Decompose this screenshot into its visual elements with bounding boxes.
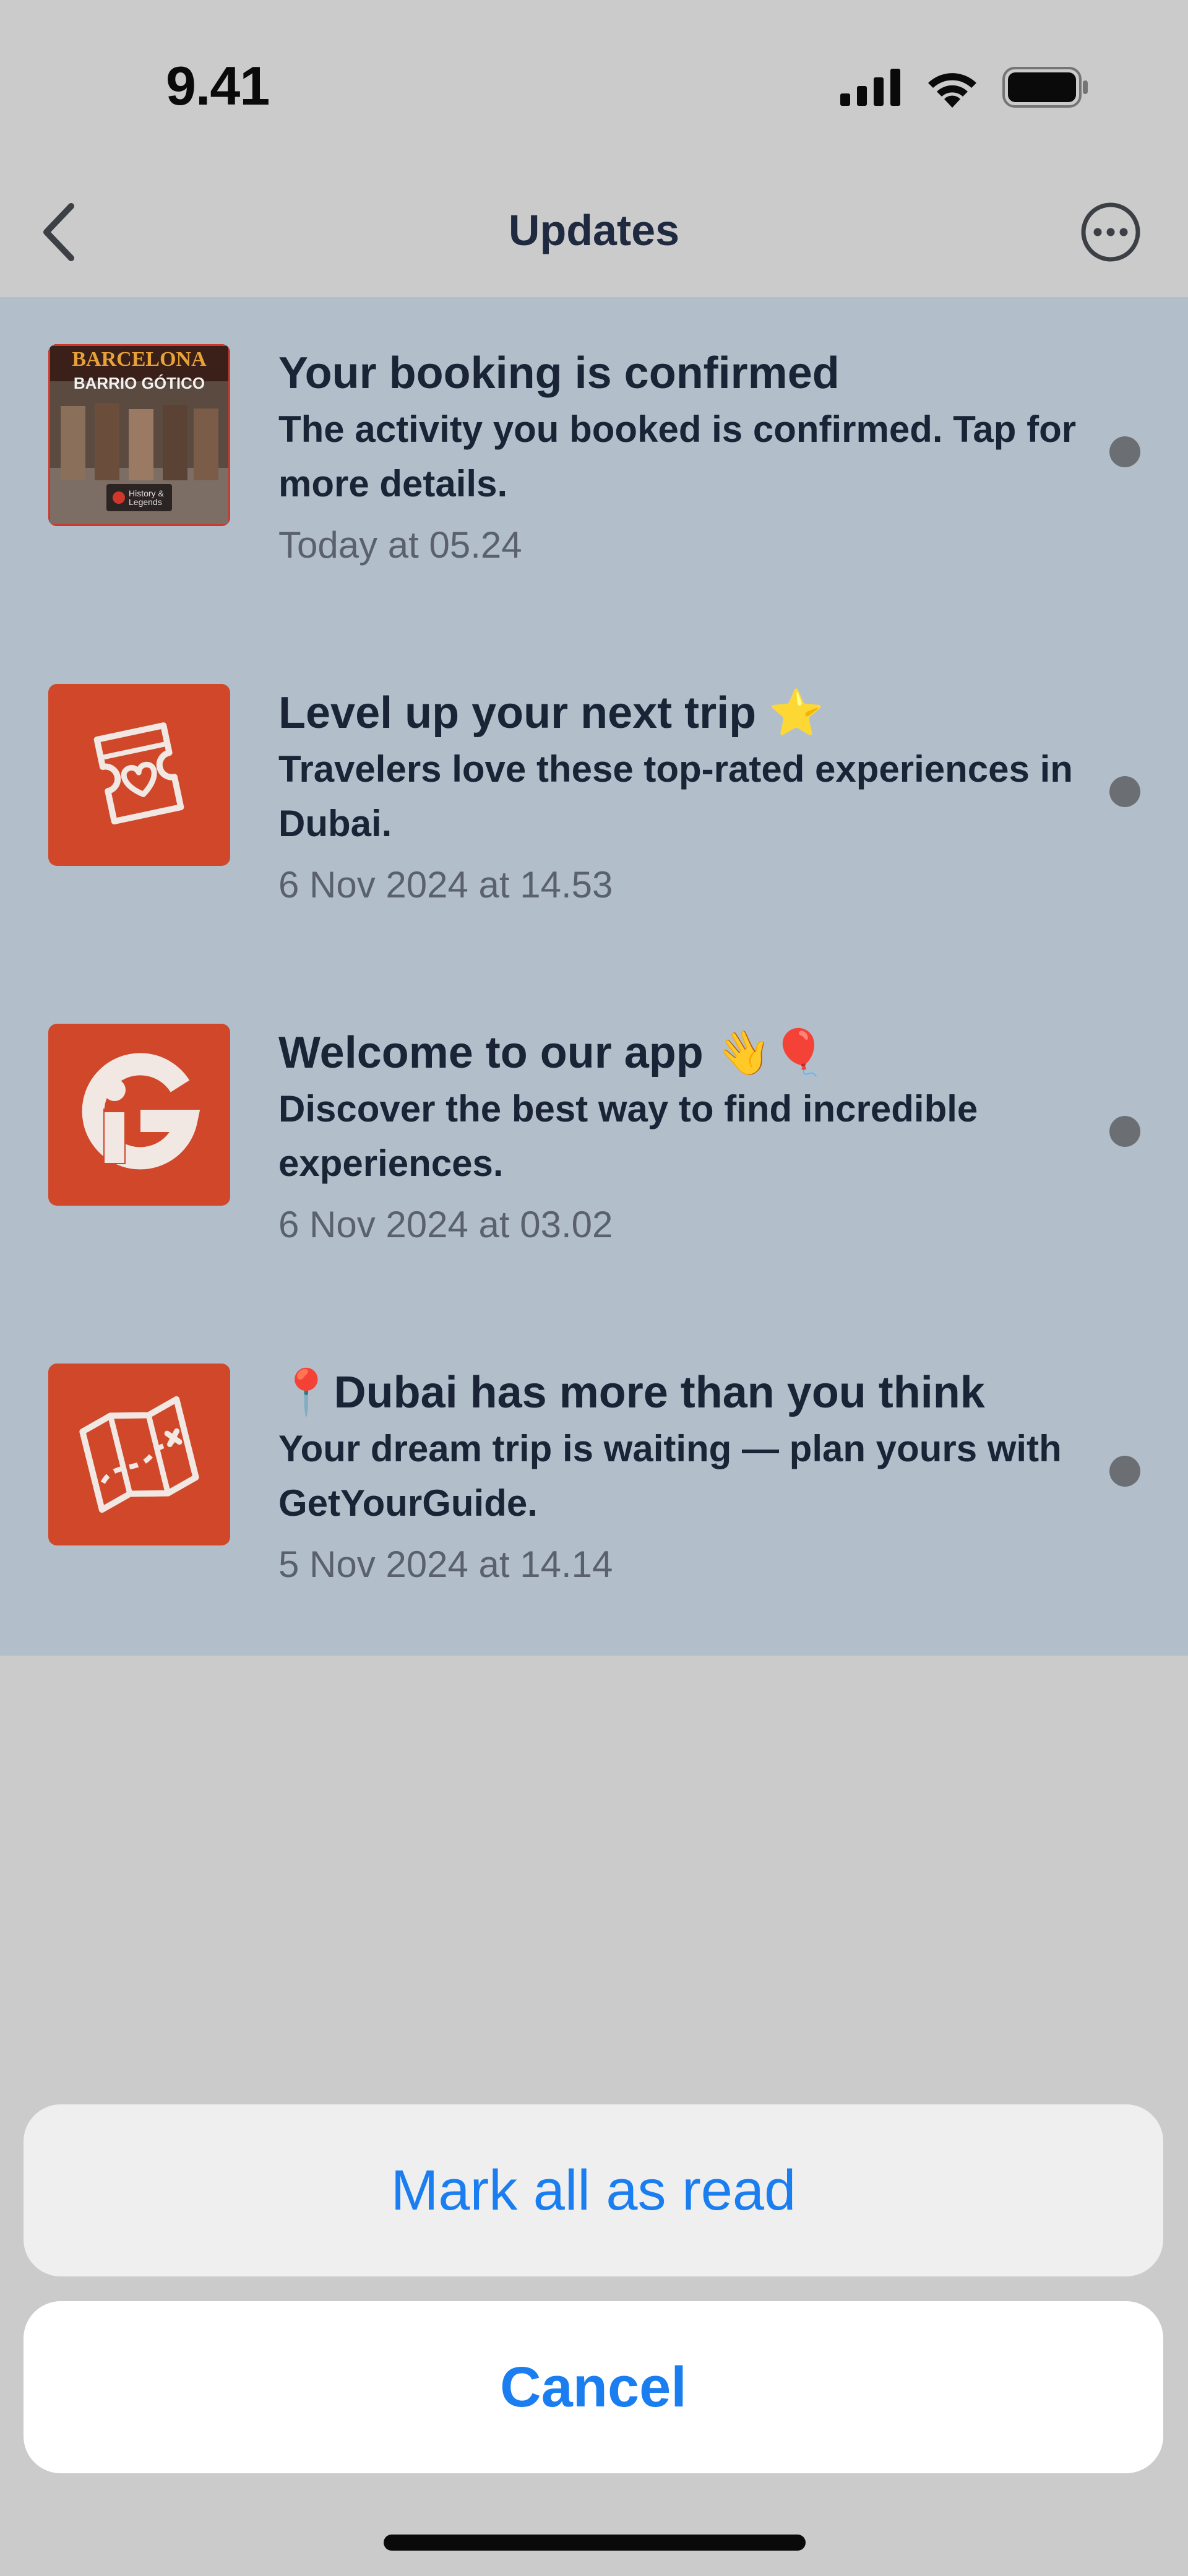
thumb-subtitle-text: BARRIO GÓTICO <box>73 374 205 392</box>
screen: 9.41 Updates BARCELONA BARRIO GÓTICO His… <box>0 0 1188 2576</box>
notification-item[interactable]: BARCELONA BARRIO GÓTICO History & Legend… <box>0 297 1188 637</box>
booking-thumbnail: BARCELONA BARRIO GÓTICO History & Legend… <box>48 344 230 526</box>
notification-body: Discover the best way to find incredible… <box>278 1088 978 1185</box>
signal-icon <box>840 69 900 106</box>
mark-all-read-label: Mark all as read <box>390 2158 796 2222</box>
brand-logo-thumbnail <box>48 1024 230 1206</box>
ellipsis-circle-icon <box>1081 202 1140 262</box>
notification-title: Welcome to our app 👋🎈 <box>278 1028 827 1078</box>
brand-g-icon <box>82 1053 200 1170</box>
unread-dot <box>1109 1456 1140 1487</box>
notification-date: 6 Nov 2024 at 14.53 <box>278 864 613 906</box>
page-title: Updates <box>508 206 680 254</box>
map-icon <box>79 1396 199 1513</box>
unread-dot <box>1109 1116 1140 1147</box>
ticket-heart-icon <box>93 722 184 825</box>
status-icons <box>840 67 1089 108</box>
notification-body: The activity you booked is confirmed. Ta… <box>278 408 1077 505</box>
nav-bar: Updates <box>0 167 1188 297</box>
notification-date: 5 Nov 2024 at 14.14 <box>278 1544 613 1586</box>
more-options-button[interactable] <box>1077 198 1145 266</box>
wifi-icon <box>928 73 976 108</box>
battery-icon <box>1002 67 1088 108</box>
thumb-tagline-text: History & Legends <box>129 488 164 507</box>
ticket-thumbnail <box>48 684 230 866</box>
notification-item[interactable]: 📍Dubai has more than you think Your drea… <box>0 1316 1188 1656</box>
status-time: 9.41 <box>166 55 270 116</box>
notification-date: Today at 05.24 <box>278 524 522 566</box>
status-bar: 9.41 <box>0 0 1188 167</box>
thumb-title-text: BARCELONA <box>72 348 207 371</box>
unread-dot <box>1109 776 1140 807</box>
notification-title: Your booking is confirmed <box>278 348 840 398</box>
notification-body: Travelers love these top-rated experienc… <box>278 748 1073 845</box>
cancel-label: Cancel <box>500 2355 687 2419</box>
notification-date: 6 Nov 2024 at 03.02 <box>278 1204 613 1246</box>
home-indicator[interactable] <box>384 2535 806 2551</box>
notification-title: Level up your next trip ⭐ <box>278 688 824 738</box>
mark-all-read-button[interactable]: Mark all as read <box>24 2104 1163 2276</box>
notification-title: 📍Dubai has more than you think <box>278 1368 985 1417</box>
unread-dot <box>1109 436 1140 467</box>
notification-item[interactable]: Level up your next trip ⭐ Travelers love… <box>0 637 1188 977</box>
notification-item[interactable]: Welcome to our app 👋🎈 Discover the best … <box>0 977 1188 1316</box>
cancel-button[interactable]: Cancel <box>24 2301 1163 2473</box>
map-thumbnail <box>48 1364 230 1545</box>
notification-list: BARCELONA BARRIO GÓTICO History & Legend… <box>0 297 1188 1656</box>
notification-body: Your dream trip is waiting — plan yours … <box>278 1428 1062 1524</box>
